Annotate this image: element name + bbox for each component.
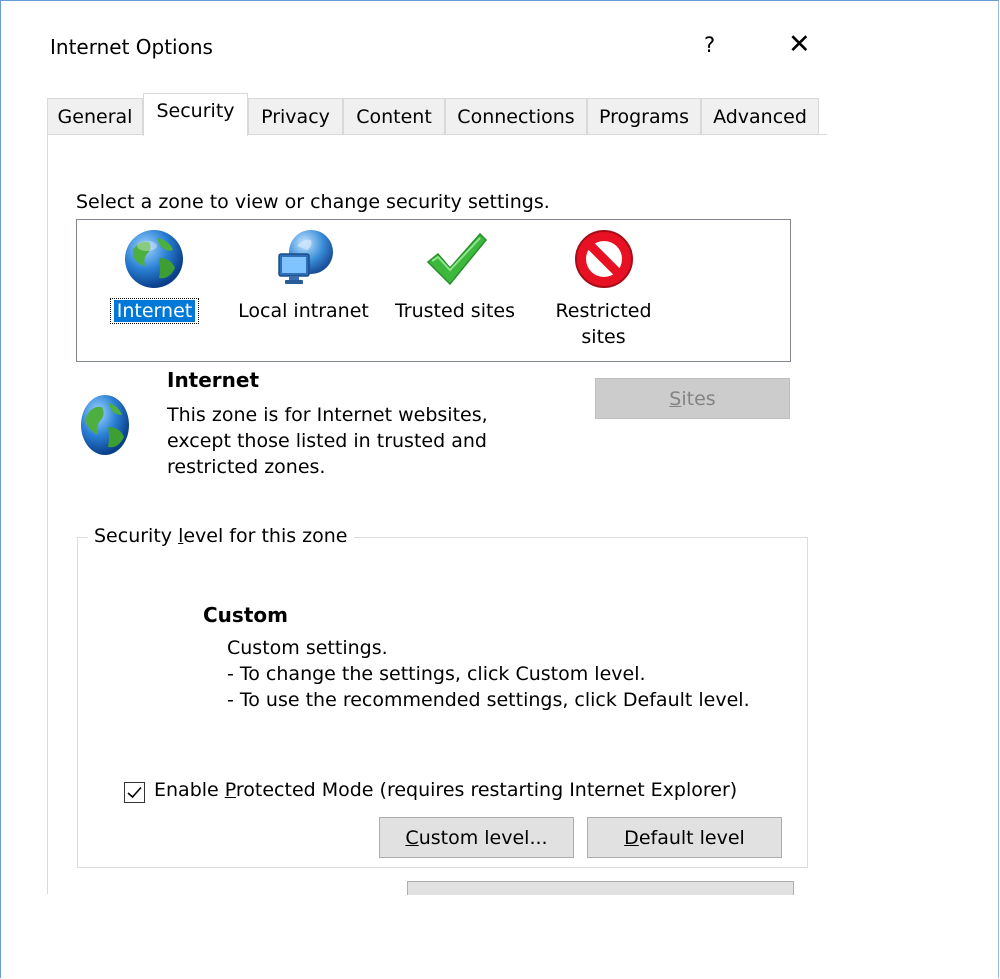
- selected-zone-globe-icon: [81, 395, 129, 455]
- globe-icon[interactable]: [123, 228, 185, 290]
- group-label-pre: Security: [94, 525, 179, 547]
- zone-trusted-sites-label: Trusted sites: [394, 300, 516, 322]
- protected-mode-label-pre: Enable: [154, 779, 225, 801]
- tab-privacy[interactable]: Privacy: [248, 98, 343, 135]
- zone-internet[interactable]: Internet: [110, 298, 199, 324]
- tab-advanced[interactable]: Advanced: [701, 98, 819, 135]
- protected-mode-label-post: rotected Mode (requires restarting Inter…: [235, 779, 738, 801]
- tab-general[interactable]: General: [47, 98, 143, 135]
- sites-button[interactable]: Sites: [595, 378, 790, 419]
- security-level-description: Custom settings. - To change the setting…: [227, 635, 750, 713]
- zone-local-intranet[interactable]: Local intranet: [232, 298, 375, 324]
- restricted-icon[interactable]: [572, 227, 636, 291]
- level-desc-line: - To change the settings, click Custom l…: [227, 663, 646, 685]
- zone-restricted-sites[interactable]: Restricted sites: [540, 298, 667, 350]
- tab-programs[interactable]: Programs: [587, 98, 701, 135]
- protected-mode-label-accel: P: [224, 779, 236, 801]
- intranet-globe-icon[interactable]: [273, 228, 337, 290]
- zone-internet-label: Internet: [113, 300, 196, 322]
- default-level-button[interactable]: Default level: [587, 817, 782, 858]
- protected-mode-label[interactable]: Enable Protected Mode (requires restarti…: [154, 779, 737, 801]
- reset-all-zones-button-partial[interactable]: [407, 881, 794, 895]
- zone-restricted-sites-label-line2: sites: [581, 326, 626, 348]
- zone-restricted-sites-label-line1: Restricted: [555, 300, 652, 322]
- custom-level-button[interactable]: Custom level...: [379, 817, 574, 858]
- tab-connections[interactable]: Connections: [445, 98, 587, 135]
- protected-mode-checkbox[interactable]: [124, 782, 145, 803]
- tab-bar: General Security Privacy Content Connect…: [47, 93, 827, 136]
- zone-local-intranet-label: Local intranet: [238, 300, 369, 322]
- close-button[interactable]: ✕: [788, 30, 811, 60]
- security-level-title: Custom: [203, 603, 288, 627]
- help-button[interactable]: ?: [704, 33, 715, 57]
- level-desc-line: Custom settings.: [227, 637, 388, 659]
- zone-trusted-sites[interactable]: Trusted sites: [388, 298, 522, 324]
- default-level-accel: D: [624, 826, 639, 849]
- selected-zone-description: This zone is for Internet websites, exce…: [167, 404, 488, 478]
- sites-button-label: ites: [681, 387, 716, 410]
- checkmark-icon[interactable]: [424, 228, 488, 290]
- checkbox-check-icon: [127, 786, 142, 799]
- tab-security[interactable]: Security: [143, 93, 248, 136]
- default-level-label: efault level: [638, 826, 745, 849]
- window-title: Internet Options: [50, 35, 213, 59]
- group-label-post: evel for this zone: [183, 525, 348, 547]
- sites-button-accel: S: [669, 387, 682, 410]
- selected-zone-title: Internet: [167, 368, 260, 392]
- custom-level-accel: C: [405, 826, 419, 849]
- level-desc-line: - To use the recommended settings, click…: [227, 689, 750, 711]
- custom-level-label: ustom level...: [418, 826, 548, 849]
- zone-select-prompt: Select a zone to view or change security…: [76, 191, 550, 213]
- tab-content[interactable]: Content: [343, 98, 445, 135]
- security-level-group-label: Security level for this zone: [88, 525, 354, 547]
